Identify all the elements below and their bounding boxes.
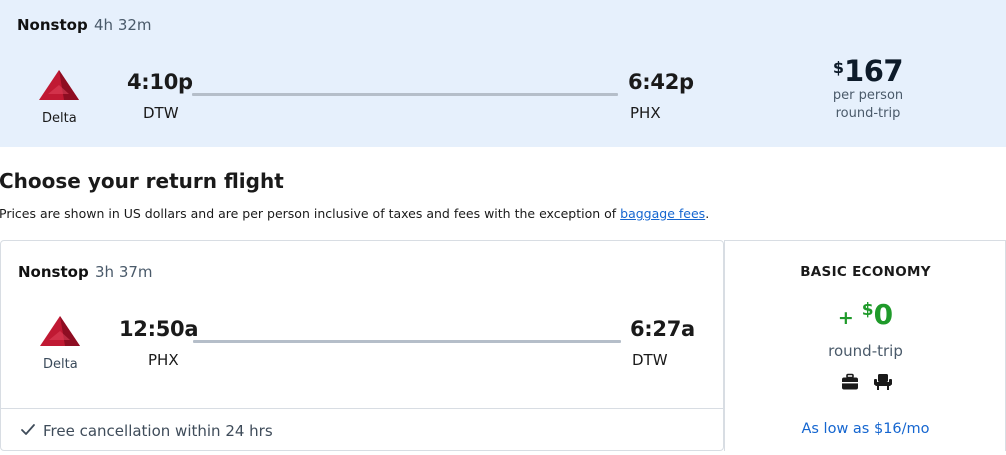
outbound-duration: 4h 32m xyxy=(94,16,152,34)
outbound-price-round-trip: round-trip xyxy=(835,106,901,121)
card-divider xyxy=(0,408,724,409)
outbound-depart-time: 4:10p xyxy=(127,70,193,94)
outbound-price-per-person: per person xyxy=(832,88,904,103)
outbound-arrive-code: PHX xyxy=(630,104,661,122)
outbound-price: $167 xyxy=(808,54,928,88)
baggage-fees-link[interactable]: baggage fees xyxy=(620,206,705,221)
outbound-price-symbol: $ xyxy=(832,58,845,77)
outbound-stops: Nonstop xyxy=(17,16,88,34)
return-flight-card[interactable]: Nonstop 3h 37m Delta 12:50a PHX 6:27a DT… xyxy=(0,240,1006,455)
fare-name: BASIC ECONOMY xyxy=(800,264,931,280)
carry-on-bag-icon xyxy=(842,373,858,390)
disclaimer-text: Prices are shown in US dollars and are p… xyxy=(0,206,621,221)
return-duration: 3h 37m xyxy=(95,263,153,281)
fare-price: + $0 xyxy=(725,298,1006,331)
outbound-route-line xyxy=(192,93,618,96)
delta-logo-icon xyxy=(40,316,80,346)
financing-link[interactable]: As low as $16/mo xyxy=(725,421,1006,437)
fare-price-symbol: $ xyxy=(861,300,874,320)
selected-outbound-flight[interactable]: Nonstop 4h 32m Delta 4:10p DTW 6:42p PHX… xyxy=(0,0,1006,147)
checkmark-icon xyxy=(21,424,35,435)
return-route-line xyxy=(193,340,621,343)
fare-price-round-trip: round-trip xyxy=(828,342,903,360)
return-arrive-time: 6:27a xyxy=(630,317,695,341)
page-title: Choose your return flight xyxy=(0,169,284,193)
disclaimer-end: . xyxy=(705,206,710,221)
outbound-price-value: 167 xyxy=(844,54,904,88)
return-airline-name: Delta xyxy=(43,357,78,372)
return-depart-code: PHX xyxy=(148,351,179,369)
outbound-airline-name: Delta xyxy=(42,111,77,126)
price-disclaimer: Prices are shown in US dollars and are p… xyxy=(0,206,709,221)
seat-icon xyxy=(874,374,892,390)
fare-plus-sign: + xyxy=(837,307,854,329)
outbound-depart-code: DTW xyxy=(143,104,179,122)
return-arrive-code: DTW xyxy=(632,351,668,369)
return-depart-time: 12:50a xyxy=(119,317,199,341)
free-cancellation-text: Free cancellation within 24 hrs xyxy=(43,422,273,440)
outbound-arrive-time: 6:42p xyxy=(628,70,694,94)
delta-logo-icon xyxy=(39,70,79,100)
return-stops: Nonstop xyxy=(18,263,89,281)
fare-price-value: 0 xyxy=(873,298,894,331)
